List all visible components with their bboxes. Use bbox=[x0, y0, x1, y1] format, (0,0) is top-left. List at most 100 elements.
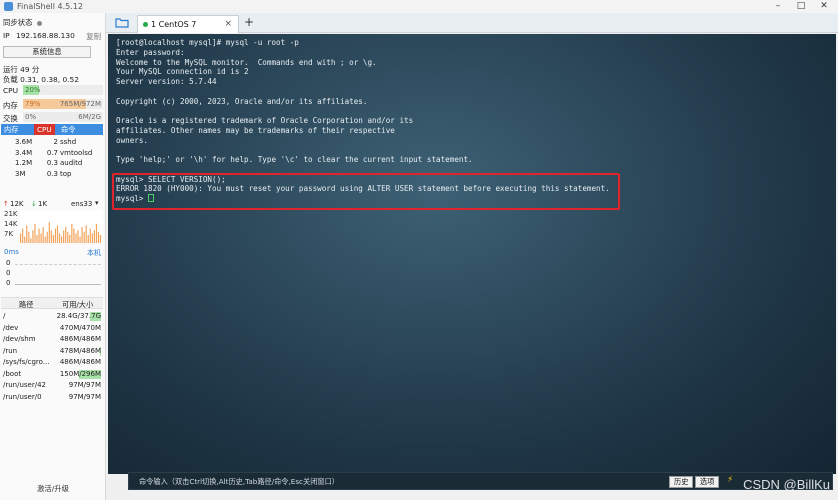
process-header-command[interactable]: 命令 bbox=[61, 125, 75, 135]
tab-centos7[interactable]: 1 CentOS 7 × bbox=[137, 15, 239, 33]
ping-host[interactable]: 本机 bbox=[87, 248, 101, 258]
disk-row[interactable]: /run/user/42 97M/97M bbox=[1, 380, 103, 391]
traffic-bar bbox=[71, 223, 73, 243]
disk-row[interactable]: /dev 470M/470M bbox=[1, 323, 103, 334]
traffic-bar bbox=[56, 225, 59, 243]
disk-size: 150M/296M bbox=[59, 369, 101, 378]
close-window-button[interactable]: ✕ bbox=[818, 1, 830, 11]
process-row[interactable]: 3.6M 2 sshd bbox=[1, 137, 103, 147]
disk-size: 97M/97M bbox=[68, 381, 101, 389]
cpu-meter: 20% bbox=[23, 85, 103, 95]
traffic-bar bbox=[77, 230, 79, 243]
process-command: auditd bbox=[60, 159, 83, 167]
terminal-line: Server version: 5.7.44 bbox=[116, 77, 217, 86]
add-tab-button[interactable]: + bbox=[244, 15, 254, 29]
disk-path: /boot bbox=[3, 369, 22, 378]
maximize-button[interactable]: □ bbox=[795, 1, 807, 11]
load-average: 负载 0.31, 0.38, 0.52 bbox=[3, 75, 79, 84]
command-input-bar[interactable]: 命令输入（双击Ctrl切换,Alt历史,Tab路径/命令,Esc关闭窗口） 历史… bbox=[128, 472, 833, 490]
highlight-annotation-box bbox=[112, 173, 620, 210]
network-header: ↑ 12K ↓ 1K ens33 ▾ bbox=[1, 199, 103, 210]
traffic-bar bbox=[28, 231, 30, 243]
lightning-icon[interactable]: ⚡ bbox=[727, 475, 733, 485]
traffic-bar bbox=[73, 228, 75, 243]
traffic-bar bbox=[93, 230, 95, 243]
disk-table-header: 路径 可用/大小 bbox=[1, 297, 103, 309]
disk-row[interactable]: /run/user/0 97M/97M bbox=[1, 392, 103, 403]
memory-meter: 79% 765M/972M bbox=[23, 99, 103, 109]
traffic-bar bbox=[50, 230, 52, 243]
traffic-bar bbox=[91, 233, 93, 243]
download-arrow-icon: ↓ bbox=[31, 200, 37, 208]
disk-row[interactable]: /boot 150M/296M bbox=[1, 369, 103, 380]
memory-amount: 765M/972M bbox=[59, 100, 101, 108]
process-mem: 1.2M bbox=[15, 159, 33, 167]
disk-size: 486M/486M bbox=[59, 358, 101, 366]
net-scale-low: 7K bbox=[4, 230, 14, 238]
folder-icon[interactable] bbox=[115, 17, 129, 28]
traffic-bar bbox=[42, 227, 44, 243]
process-mem: 3.4M bbox=[15, 148, 33, 157]
process-row[interactable]: 3.4M 0.7 vmtoolsd bbox=[1, 148, 103, 158]
process-header-cpu[interactable]: CPU bbox=[34, 124, 55, 135]
process-mem: 3M bbox=[15, 169, 26, 178]
disk-header-path[interactable]: 路径 bbox=[19, 300, 33, 310]
disk-row[interactable]: /run 478M/486M bbox=[1, 346, 103, 357]
disk-header-size[interactable]: 可用/大小 bbox=[62, 300, 93, 310]
traffic-bar bbox=[89, 228, 91, 243]
activate-upgrade-link[interactable]: 激活/升级 bbox=[0, 483, 106, 494]
memory-label: 内存 bbox=[3, 101, 18, 110]
terminal-line: Copyright (c) 2000, 2023, Oracle and/or … bbox=[116, 96, 368, 106]
traffic-bar bbox=[32, 230, 34, 243]
disk-path: /dev bbox=[3, 323, 19, 332]
traffic-bar bbox=[24, 236, 26, 243]
copy-ip-link[interactable]: 复制 bbox=[86, 31, 101, 42]
system-info-button[interactable]: 系统信息 bbox=[3, 46, 91, 58]
terminal-line: Enter password: bbox=[116, 47, 185, 57]
disk-path: /run/user/0 bbox=[3, 392, 42, 401]
terminal[interactable]: [root@localhost mysql]# mysql -u root -p… bbox=[108, 34, 836, 474]
options-button[interactable]: 选项 bbox=[695, 476, 720, 488]
disk-size: 97M/97M bbox=[68, 392, 101, 401]
traffic-bar bbox=[81, 227, 83, 243]
upload-rate: 12K bbox=[10, 200, 24, 208]
traffic-bar bbox=[67, 231, 69, 243]
network-interface-select[interactable]: ens33 bbox=[71, 200, 92, 208]
session-tab-bar: 1 CentOS 7 × + bbox=[106, 13, 838, 33]
process-cpu: 2 bbox=[53, 138, 58, 146]
app-logo-icon bbox=[4, 2, 13, 11]
traffic-bar bbox=[34, 223, 36, 243]
chevron-down-icon[interactable]: ▾ bbox=[95, 199, 99, 207]
traffic-bar bbox=[54, 228, 57, 243]
terminal-line: affiliates. Other names may be trademark… bbox=[116, 125, 395, 135]
process-cpu: 0.7 bbox=[46, 148, 58, 157]
process-cpu: 0.3 bbox=[46, 169, 58, 178]
process-row[interactable]: 1.2M 0.3 auditd bbox=[1, 158, 103, 168]
traffic-bar bbox=[40, 233, 42, 243]
net-scale-high: 21K bbox=[4, 210, 18, 218]
disk-row[interactable]: /dev/shm 486M/486M bbox=[1, 334, 103, 345]
watermark: CSDN @BillKu bbox=[743, 477, 830, 492]
process-header-mem[interactable]: 内存 bbox=[4, 125, 18, 135]
command-input-hint: 命令输入（双击Ctrl切换,Alt历史,Tab路径/命令,Esc关闭窗口） bbox=[139, 477, 339, 486]
process-command: sshd bbox=[60, 138, 77, 146]
download-rate: 1K bbox=[38, 200, 48, 208]
disk-size: 28.4G/37.7G bbox=[56, 312, 101, 320]
traffic-bar bbox=[83, 231, 85, 243]
disk-path: / bbox=[3, 312, 6, 320]
process-command: vmtoolsd bbox=[60, 148, 93, 157]
traffic-bar bbox=[79, 236, 81, 243]
minimize-button[interactable]: – bbox=[772, 1, 784, 11]
ping-value: 0 bbox=[6, 269, 11, 277]
ping-value: 0 bbox=[6, 279, 11, 287]
traffic-bar bbox=[87, 235, 89, 243]
traffic-bar bbox=[44, 236, 46, 243]
process-row[interactable]: 3M 0.3 top bbox=[1, 169, 103, 179]
cpu-label: CPU bbox=[3, 86, 19, 95]
history-button[interactable]: 历史 bbox=[669, 476, 694, 488]
disk-row[interactable]: /sys/fs/cgro... 486M/486M bbox=[1, 357, 103, 368]
close-tab-icon[interactable]: × bbox=[224, 19, 232, 29]
terminal-line: Oracle is a registered trademark of Orac… bbox=[116, 116, 414, 125]
disk-row[interactable]: / 28.4G/37.7G bbox=[1, 311, 103, 322]
